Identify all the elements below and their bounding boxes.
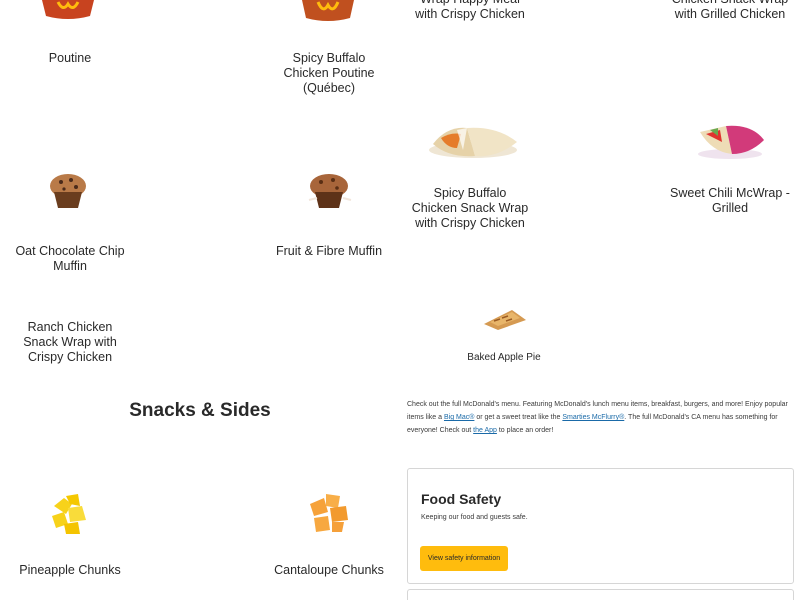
menu-item-label: Ranch Chicken Snack Wrap with Crispy Chi…: [23, 320, 117, 364]
poutine-box-image[interactable]: [38, 0, 98, 20]
menu-description: Check out the full McDonald's menu. Feat…: [407, 398, 792, 437]
menu-item-label: Pineapple Chunks: [19, 563, 121, 577]
menu-item-happy-meal-wrap[interactable]: Wrap Happy Meal with Crispy Chicken: [410, 0, 530, 22]
description-text: to place an order!: [496, 427, 554, 434]
next-card: [407, 589, 794, 600]
menu-item-label: Oat Chocolate Chip Muffin: [15, 244, 125, 273]
menu-item-label: Chicken Snack Wrap with Grilled Chicken: [672, 0, 789, 21]
the-app-link[interactable]: the App: [473, 427, 497, 434]
fruit-fibre-muffin-image[interactable]: [305, 170, 353, 210]
spicy-poutine-box-image[interactable]: [298, 0, 358, 22]
food-safety-title: Food Safety: [421, 491, 502, 507]
menu-item-fruit-muffin[interactable]: Fruit & Fibre Muffin: [269, 244, 389, 259]
menu-item-label: Poutine: [48, 51, 92, 65]
menu-item-snack-wrap-grilled[interactable]: Chicken Snack Wrap with Grilled Chicken: [670, 0, 790, 22]
menu-item-pineapple[interactable]: Pineapple Chunks: [10, 563, 130, 578]
menu-item-spicy-buffalo-poutine[interactable]: Spicy Buffalo Chicken Poutine (Québec): [269, 51, 389, 96]
menu-item-label: Wrap Happy Meal with Crispy Chicken: [415, 0, 525, 21]
menu-item-label: Cantaloupe Chunks: [274, 563, 384, 577]
view-safety-info-button[interactable]: View safety information: [420, 546, 508, 571]
menu-item-label: Spicy Buffalo Chicken Snack Wrap with Cr…: [411, 186, 529, 230]
menu-item-ranch-wrap[interactable]: Ranch Chicken Snack Wrap with Crispy Chi…: [10, 320, 130, 365]
pineapple-chunks-image[interactable]: [48, 490, 92, 536]
menu-item-apple-pie[interactable]: Baked Apple Pie: [444, 352, 564, 364]
spicy-buffalo-wrap-image[interactable]: [427, 120, 519, 162]
menu-item-label: Sweet Chili McWrap - Grilled: [670, 186, 790, 215]
oat-chocolate-chip-muffin-image[interactable]: [46, 170, 90, 210]
food-safety-subtitle: Keeping our food and guests safe.: [421, 514, 528, 521]
menu-item-sweet-chili-mcwrap[interactable]: Sweet Chili McWrap - Grilled: [670, 186, 790, 216]
food-safety-card: Food Safety Keeping our food and guests …: [407, 468, 794, 584]
menu-item-oat-muffin[interactable]: Oat Chocolate Chip Muffin: [10, 244, 130, 274]
menu-item-label: Spicy Buffalo Chicken Poutine (Québec): [283, 51, 375, 95]
description-text: or get a sweet treat like the: [474, 414, 563, 421]
cantaloupe-chunks-image[interactable]: [306, 490, 354, 534]
sweet-chili-mcwrap-image[interactable]: [696, 122, 766, 160]
big-mac-link[interactable]: Big Mac®: [444, 414, 474, 421]
section-title-snacks-sides: Snacks & Sides: [129, 400, 271, 421]
menu-item-poutine[interactable]: Poutine: [10, 51, 130, 66]
baked-apple-pie-image[interactable]: [482, 306, 528, 332]
menu-item-spicy-buffalo-snack-wrap[interactable]: Spicy Buffalo Chicken Snack Wrap with Cr…: [410, 186, 530, 231]
menu-item-label: Fruit & Fibre Muffin: [275, 244, 383, 258]
menu-item-label: Baked Apple Pie: [467, 352, 541, 363]
smarties-mcflurry-link[interactable]: Smarties McFlurry®: [562, 414, 624, 421]
menu-item-cantaloupe[interactable]: Cantaloupe Chunks: [269, 563, 389, 578]
